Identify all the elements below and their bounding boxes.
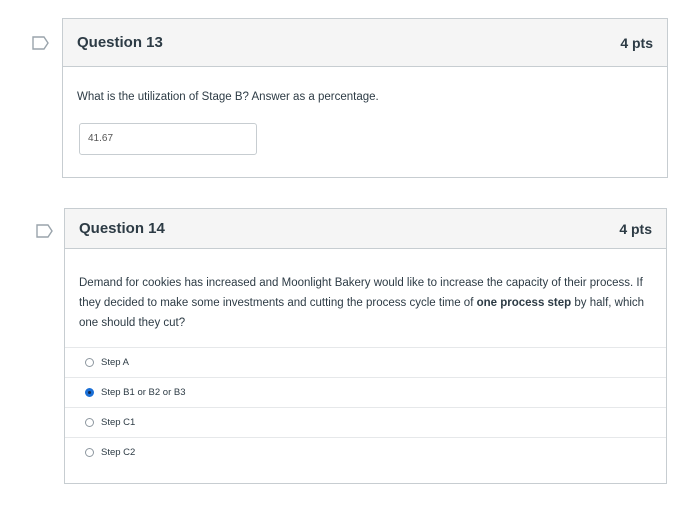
option-label: Step A bbox=[101, 357, 129, 368]
answer-option[interactable]: Step B1 or B2 or B3 bbox=[65, 377, 666, 407]
option-label: Step B1 or B2 or B3 bbox=[101, 387, 186, 398]
radio-button[interactable] bbox=[85, 418, 94, 427]
question-points: 4 pts bbox=[619, 220, 652, 237]
question-prompt: Demand for cookies has increased and Moo… bbox=[79, 273, 654, 333]
option-label: Step C2 bbox=[101, 447, 136, 458]
question-title: Question 14 bbox=[79, 220, 165, 237]
question-header: Question 13 4 pts bbox=[63, 19, 667, 67]
question-13: Question 13 4 pts What is the utilizatio… bbox=[62, 18, 668, 178]
flag-icon[interactable] bbox=[32, 36, 50, 50]
question-points: 4 pts bbox=[620, 34, 653, 51]
option-label: Step C1 bbox=[101, 417, 136, 428]
answer-options: Step A Step B1 or B2 or B3 Step C1 Step … bbox=[65, 347, 666, 469]
question-header: Question 14 4 pts bbox=[65, 209, 666, 249]
radio-button[interactable] bbox=[85, 448, 94, 457]
prompt-emphasis: one process step bbox=[476, 297, 572, 309]
question-14: Question 14 4 pts Demand for cookies has… bbox=[64, 208, 667, 484]
answer-option[interactable]: Step C2 bbox=[65, 437, 666, 467]
radio-button[interactable] bbox=[85, 358, 94, 367]
answer-option[interactable]: Step C1 bbox=[65, 407, 666, 437]
question-prompt: What is the utilization of Stage B? Answ… bbox=[77, 91, 379, 103]
radio-button-selected[interactable] bbox=[85, 388, 94, 397]
answer-input[interactable]: 41.67 bbox=[79, 123, 257, 155]
flag-icon[interactable] bbox=[36, 224, 54, 238]
answer-option[interactable]: Step A bbox=[65, 347, 666, 377]
question-title: Question 13 bbox=[77, 34, 163, 51]
